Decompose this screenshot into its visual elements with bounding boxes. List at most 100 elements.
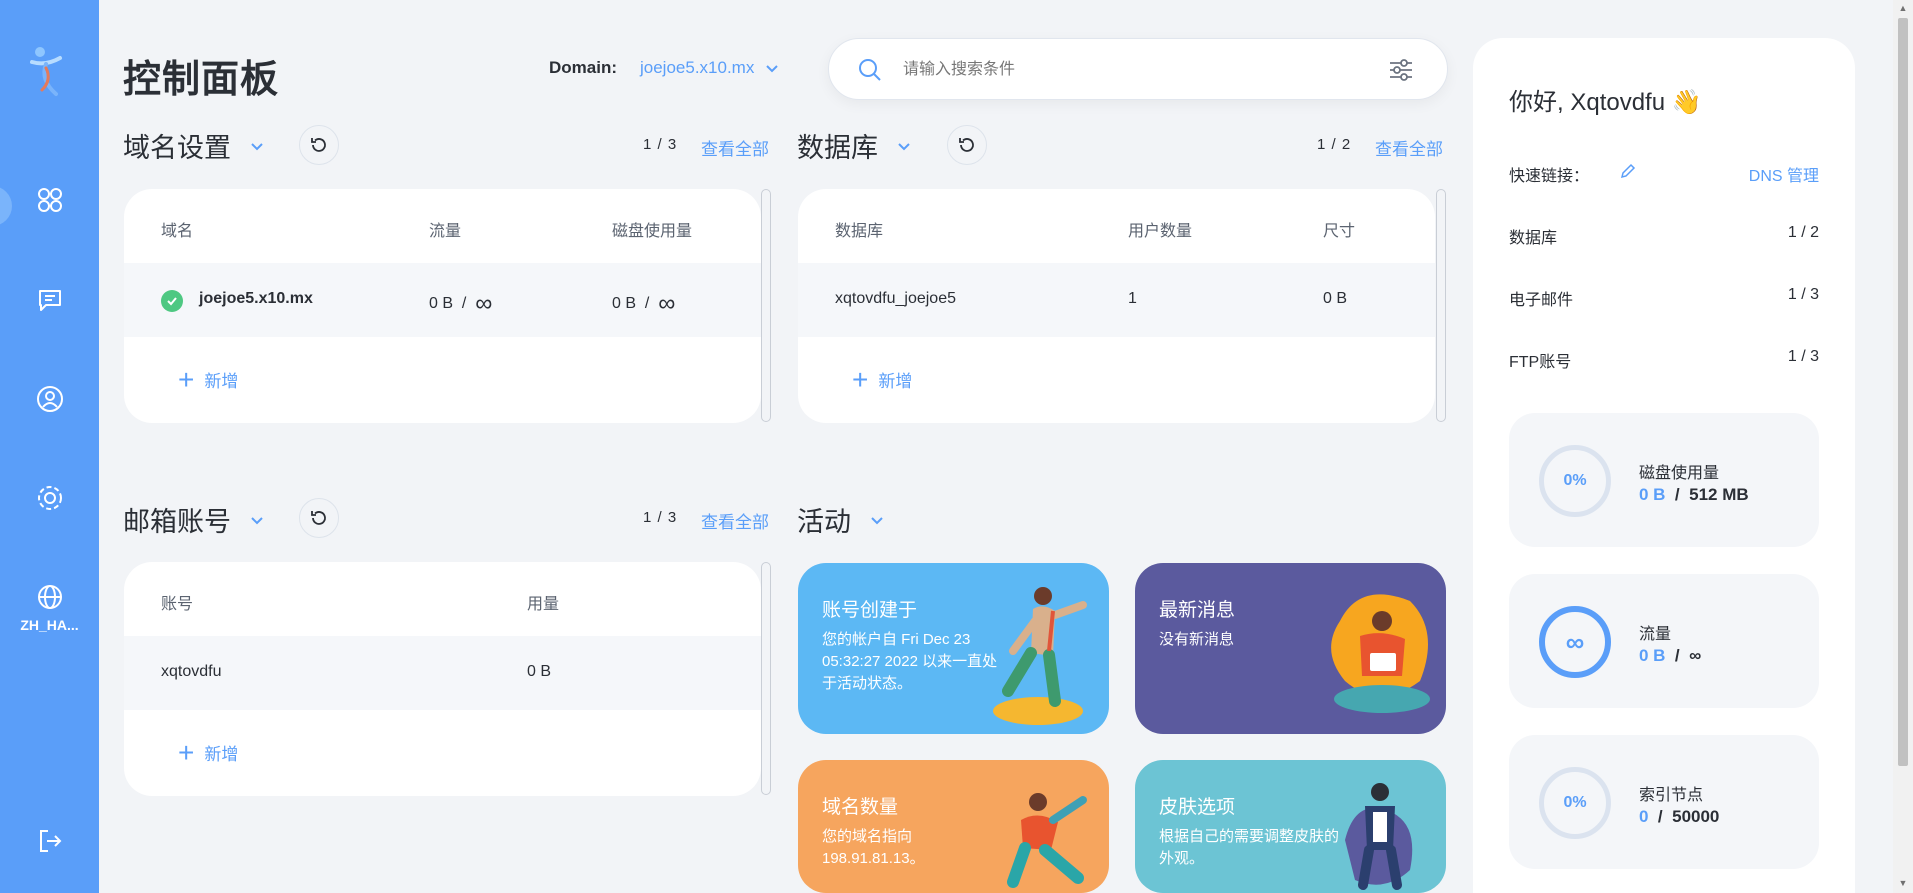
language-label: ZH_HA... — [20, 617, 79, 633]
databases-view-all-link[interactable]: 查看全部 — [1375, 135, 1443, 160]
refresh-icon — [311, 138, 326, 152]
stat-limit: 50000 — [1672, 807, 1720, 826]
traffic-stat: ∞ 流量 0 B / ∞ — [1509, 574, 1819, 708]
page-title: 控制面板 — [123, 59, 280, 101]
disk-usage-stat: 0% 磁盘使用量 0 B / 512 MB — [1509, 413, 1819, 547]
summary-row-ftp[interactable]: FTP账号 1 / 3 — [1509, 348, 1819, 372]
tile-title: 最新消息 — [1159, 600, 1236, 621]
stat-label: 磁盘使用量 — [1639, 465, 1720, 482]
sidebar-item-logout[interactable] — [0, 811, 99, 871]
dns-management-link[interactable]: DNS 管理 — [1749, 162, 1819, 186]
domain-label: Domain: — [549, 58, 617, 77]
sidebar-item-settings[interactable] — [0, 468, 99, 528]
database-name[interactable]: xqtovdfu_joejoe5 — [835, 290, 956, 308]
databases-refresh-button[interactable] — [947, 125, 987, 165]
logo-icon[interactable] — [26, 44, 70, 98]
tile-title: 皮肤选项 — [1159, 797, 1236, 818]
activity-tile-skin-options[interactable]: 皮肤选项 根据自己的需要调整皮肤的外观。 — [1135, 760, 1446, 893]
databases-pager: 1 / 2 — [1317, 136, 1352, 153]
column-header: 流量 — [429, 223, 462, 240]
tile-text: 没有新消息 — [1159, 631, 1235, 648]
email-title: 邮箱账号 — [123, 507, 231, 537]
add-database-button[interactable]: + 新增 — [852, 365, 912, 393]
refresh-icon — [959, 138, 974, 152]
activity-title: 活动 — [797, 507, 851, 537]
grid-icon — [37, 188, 62, 212]
domain-selector[interactable]: joejoe5.x10.mx — [640, 58, 780, 78]
domain-name[interactable]: joejoe5.x10.mx — [199, 290, 313, 308]
chevron-down-icon — [766, 65, 779, 73]
tile-text: 根据自己的需要调整皮肤的外观。 — [1159, 828, 1340, 867]
email-account[interactable]: xqtovdfu — [161, 663, 221, 681]
add-domain-button[interactable]: + 新增 — [178, 365, 238, 393]
domains-section-title[interactable]: 域名设置 — [123, 126, 265, 165]
activity-tile-news[interactable]: 最新消息 没有新消息 — [1135, 563, 1446, 734]
activity-tile-domain-count[interactable]: 域名数量 您的域名指向 198.91.81.13。 — [798, 760, 1109, 893]
domains-scrollbar[interactable] — [761, 189, 771, 422]
databases-title: 数据库 — [797, 133, 878, 163]
column-header: 域名 — [161, 223, 194, 240]
email-view-all-link[interactable]: 查看全部 — [701, 508, 769, 533]
chevron-down-icon — [251, 142, 263, 150]
add-email-button[interactable]: + 新增 — [178, 736, 239, 768]
kneeling-person-illustration — [1007, 793, 1087, 888]
email-refresh-button[interactable] — [299, 498, 339, 538]
sidebar-item-messages[interactable] — [0, 270, 99, 330]
summary-row-email[interactable]: 电子邮件 1 / 3 — [1509, 286, 1819, 310]
domains-view-all-link[interactable]: 查看全部 — [701, 135, 769, 160]
sidebar-item-account[interactable] — [0, 369, 99, 429]
databases-section-title[interactable]: 数据库 — [797, 126, 912, 165]
databases-card: 数据库 用户数量 尺寸 xqtovdfu_joejoe5 1 0 B + 新增 — [798, 189, 1435, 423]
traffic-value: 0 B / ∞ — [429, 290, 492, 318]
sidebar-item-language[interactable]: ZH_HA... — [0, 568, 99, 648]
email-scrollbar[interactable] — [761, 562, 771, 795]
stat-value: 0 / 50000 — [1639, 807, 1719, 827]
search-input[interactable] — [903, 53, 1363, 87]
scroll-up-arrow-icon[interactable]: ▲ — [1898, 3, 1908, 13]
traffic-separator: / — [461, 295, 467, 312]
stat-separator: / — [1674, 485, 1680, 504]
table-header: 数据库 用户数量 尺寸 — [798, 189, 1435, 263]
stat-label: 索引节点 — [1639, 787, 1704, 804]
filter-icon[interactable] — [1387, 56, 1415, 84]
activity-tile-account-created[interactable]: 账号创建于 您的帐户自 Fri Dec 23 05:32:27 2022 以来一… — [798, 563, 1109, 734]
summary-label: FTP账号 — [1509, 354, 1572, 371]
table-row[interactable]: xqtovdfu 0 B — [124, 636, 761, 710]
add-label: 新增 — [204, 745, 239, 764]
running-person-illustration — [993, 587, 1087, 725]
email-section-title[interactable]: 邮箱账号 — [123, 500, 265, 539]
stat-current: 0 B — [1639, 485, 1666, 504]
table-row[interactable]: xqtovdfu_joejoe5 1 0 B — [798, 263, 1435, 337]
stat-limit: ∞ — [1689, 646, 1702, 665]
search-icon[interactable] — [857, 57, 883, 83]
disk-value: 0 B / ∞ — [612, 290, 675, 318]
email-pager: 1 / 3 — [643, 509, 678, 526]
databases-scrollbar[interactable] — [1436, 189, 1446, 422]
activity-section-title[interactable]: 活动 — [797, 500, 885, 539]
sidebar-item-dashboard[interactable] — [0, 170, 99, 230]
summary-value: 1 / 2 — [1787, 224, 1819, 241]
email-usage: 0 B — [527, 663, 552, 680]
page-scrollbar[interactable]: ▲ ▼ — [1893, 0, 1913, 893]
domains-card: 域名 流量 磁盘使用量 joejoe5.x10.mx 0 B / ∞ 0 B /… — [124, 189, 761, 423]
refresh-icon — [311, 511, 326, 525]
quick-links-row: 快速链接： DNS 管理 — [1509, 162, 1819, 186]
column-header: 账号 — [161, 596, 194, 613]
chevron-down-icon — [251, 516, 263, 524]
sitting-person-illustration — [1331, 594, 1430, 713]
scroll-down-arrow-icon[interactable]: ▼ — [1898, 878, 1908, 888]
stat-label: 流量 — [1639, 626, 1672, 643]
summary-row-databases[interactable]: 数据库 1 / 2 — [1509, 224, 1819, 248]
stat-value: 0 B / 512 MB — [1639, 485, 1749, 505]
table-row[interactable]: joejoe5.x10.mx 0 B / ∞ 0 B / ∞ — [124, 263, 761, 337]
domains-refresh-button[interactable] — [299, 125, 339, 165]
stat-value: 0 B / ∞ — [1639, 646, 1701, 666]
email-card: 账号 用量 xqtovdfu 0 B + 新增 — [124, 562, 761, 796]
disk-separator: / — [644, 295, 650, 312]
scroll-thumb[interactable] — [1898, 18, 1908, 766]
tile-text: 您的域名指向 198.91.81.13。 — [822, 828, 925, 867]
table-header: 域名 流量 磁盘使用量 — [124, 189, 761, 263]
inodes-ring: 0% — [1539, 767, 1611, 839]
plus-icon: + — [178, 736, 195, 768]
pencil-icon[interactable] — [1619, 162, 1637, 180]
